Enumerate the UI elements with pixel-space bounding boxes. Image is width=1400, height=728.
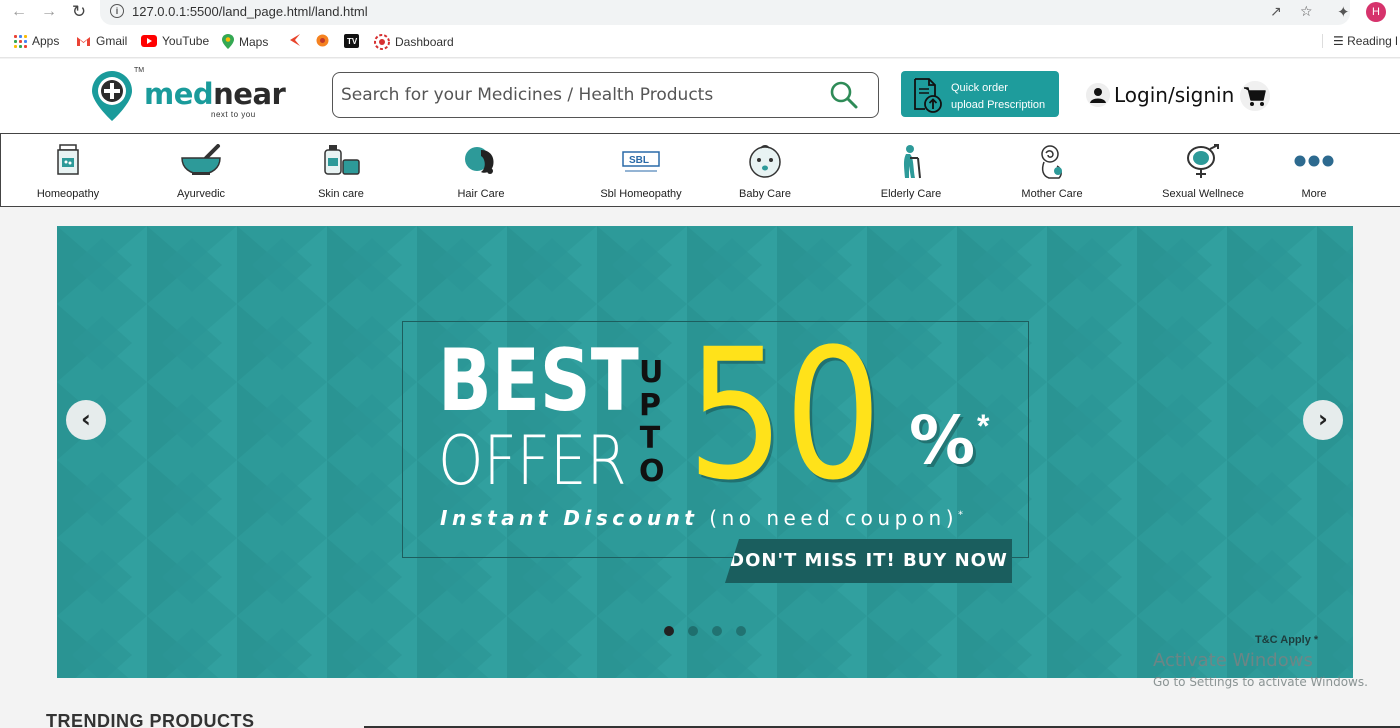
- bookmark-star-icon[interactable]: ☆: [1300, 3, 1313, 20]
- category-homeopathy[interactable]: Homeopathy: [8, 134, 128, 206]
- mortar-pestle-icon: [181, 144, 221, 175]
- bookmark-youtube[interactable]: YouTube: [141, 34, 209, 48]
- discount-value: 50: [687, 311, 882, 520]
- reading-list-icon: ☰: [1333, 34, 1344, 48]
- category-skin-care[interactable]: Skin care: [281, 134, 401, 206]
- user-icon: [1086, 83, 1110, 107]
- offer-heading: OFFER: [438, 422, 627, 501]
- logo-wordmark: mednear: [144, 77, 286, 111]
- baby-face-icon: [749, 145, 781, 178]
- address-url[interactable]: 127.0.0.1:5500/land_page.html/land.html: [132, 4, 368, 19]
- carousel-dot[interactable]: [688, 626, 698, 636]
- browser-toolbar: ← → ↻ i 127.0.0.1:5500/land_page.html/la…: [0, 0, 1400, 25]
- reading-list-label: Reading l: [1347, 34, 1398, 48]
- category-nav: Homeopathy Ayurvedic Skin care Hair Care…: [0, 133, 1400, 207]
- search-icon[interactable]: [829, 80, 859, 110]
- back-arrow-icon[interactable]: ←: [8, 2, 30, 22]
- bookmark-label: Gmail: [96, 34, 128, 48]
- quick-order-button[interactable]: Quick order upload Prescription: [901, 71, 1059, 117]
- site-header: TM mednear next to you Quick order uploa…: [0, 59, 1400, 134]
- svg-text:SBL: SBL: [629, 155, 649, 166]
- homeopathy-icon: [57, 144, 79, 175]
- site-info-icon[interactable]: i: [110, 4, 124, 18]
- mednear-logo[interactable]: TM mednear next to you: [90, 67, 286, 123]
- bookmark-orange-icon: [316, 34, 329, 47]
- search-bar: [332, 72, 879, 118]
- skin-care-icon: [324, 145, 360, 175]
- youtube-icon: [141, 35, 157, 47]
- best-heading: BEST: [438, 331, 639, 431]
- category-ayurvedic[interactable]: Ayurvedic: [141, 134, 261, 206]
- bookmark-tv-icon: TV: [344, 34, 359, 48]
- upload-prescription-icon: [914, 78, 942, 113]
- gmail-icon: [77, 37, 90, 46]
- carousel-next-button[interactable]: ›: [1303, 400, 1343, 440]
- category-baby-care[interactable]: Baby Care: [705, 134, 825, 206]
- category-sexual-wellness[interactable]: Sexual Wellnece: [1143, 134, 1263, 206]
- logo-tagline: next to you: [211, 110, 256, 119]
- logo-pin-icon: [92, 71, 132, 121]
- profile-avatar[interactable]: H: [1366, 2, 1386, 22]
- carousel-dot[interactable]: [712, 626, 722, 636]
- login-button[interactable]: Login/signin: [1086, 83, 1234, 107]
- logo-trademark: TM: [134, 67, 145, 74]
- bookmark-red[interactable]: [286, 34, 300, 46]
- address-bar[interactable]: i 127.0.0.1:5500/land_page.html/land.htm…: [100, 0, 1350, 25]
- sbl-logo-icon: SBL: [622, 151, 660, 172]
- cart-icon[interactable]: [1240, 81, 1270, 111]
- bookmark-label: Apps: [32, 34, 60, 48]
- carousel-prev-button[interactable]: ‹: [66, 400, 106, 440]
- maps-icon: [222, 34, 234, 49]
- asterisk: *: [977, 408, 990, 444]
- elderly-icon: [904, 145, 921, 179]
- carousel-dot[interactable]: [736, 626, 746, 636]
- bookmark-apps[interactable]: Apps: [14, 34, 59, 48]
- category-more[interactable]: More: [1254, 134, 1374, 206]
- extensions-puzzle-icon[interactable]: ✦: [1337, 3, 1350, 21]
- bookmark-maps[interactable]: Maps: [222, 34, 268, 49]
- bookmarks-bar: Apps Gmail YouTube Maps TV Dashboard ☰ R…: [0, 25, 1400, 58]
- buy-now-cta[interactable]: DON'T MISS IT! BUY NOW: [725, 539, 1012, 583]
- bookmark-label: YouTube: [162, 34, 210, 48]
- carousel-dot[interactable]: [664, 626, 674, 636]
- search-input[interactable]: [341, 83, 811, 107]
- login-label: Login/signin: [1114, 83, 1235, 107]
- category-mother-care[interactable]: Mother Care: [992, 134, 1112, 206]
- forward-arrow-icon[interactable]: →: [38, 2, 60, 22]
- percent-sign: %: [909, 402, 976, 479]
- bookmark-dashboard[interactable]: Dashboard: [374, 34, 454, 50]
- trending-products-heading: TRENDING PRODUCTS: [46, 711, 255, 728]
- instant-discount-text: Instant Discount (no need coupon)*: [440, 506, 963, 530]
- gender-icon: [1187, 144, 1219, 178]
- reading-list-button[interactable]: ☰ Reading l: [1322, 34, 1398, 48]
- bookmark-red-icon: [290, 34, 300, 46]
- bookmark-orange[interactable]: [316, 34, 329, 47]
- bookmark-tv[interactable]: TV: [344, 34, 359, 48]
- bookmark-gmail[interactable]: Gmail: [76, 34, 127, 48]
- upto-vertical-text: U P T O: [639, 355, 665, 489]
- more-dots-icon: [1294, 155, 1334, 167]
- svg-text:TV: TV: [347, 37, 358, 46]
- category-elderly-care[interactable]: Elderly Care: [851, 134, 971, 206]
- bookmark-label: Dashboard: [395, 35, 454, 49]
- quick-order-text: Quick order upload Prescription: [951, 82, 1046, 111]
- apps-icon: [14, 34, 27, 48]
- reload-icon[interactable]: ↻: [68, 2, 90, 22]
- hair-care-icon: [465, 147, 494, 174]
- dashboard-icon: [374, 34, 390, 50]
- terms-conditions-note: T&C Apply *: [1255, 634, 1319, 646]
- share-icon[interactable]: ↗: [1270, 3, 1282, 20]
- mother-care-icon: [1041, 145, 1062, 179]
- bookmark-label: Maps: [239, 34, 269, 49]
- category-hair-care[interactable]: Hair Care: [421, 134, 541, 206]
- carousel-indicators: [664, 626, 746, 636]
- category-sbl-homeopathy[interactable]: SBL Sbl Homeopathy: [581, 134, 701, 206]
- offer-banner-carousel[interactable]: BEST OFFER U P T O 50 % * Instant Discou…: [57, 226, 1353, 678]
